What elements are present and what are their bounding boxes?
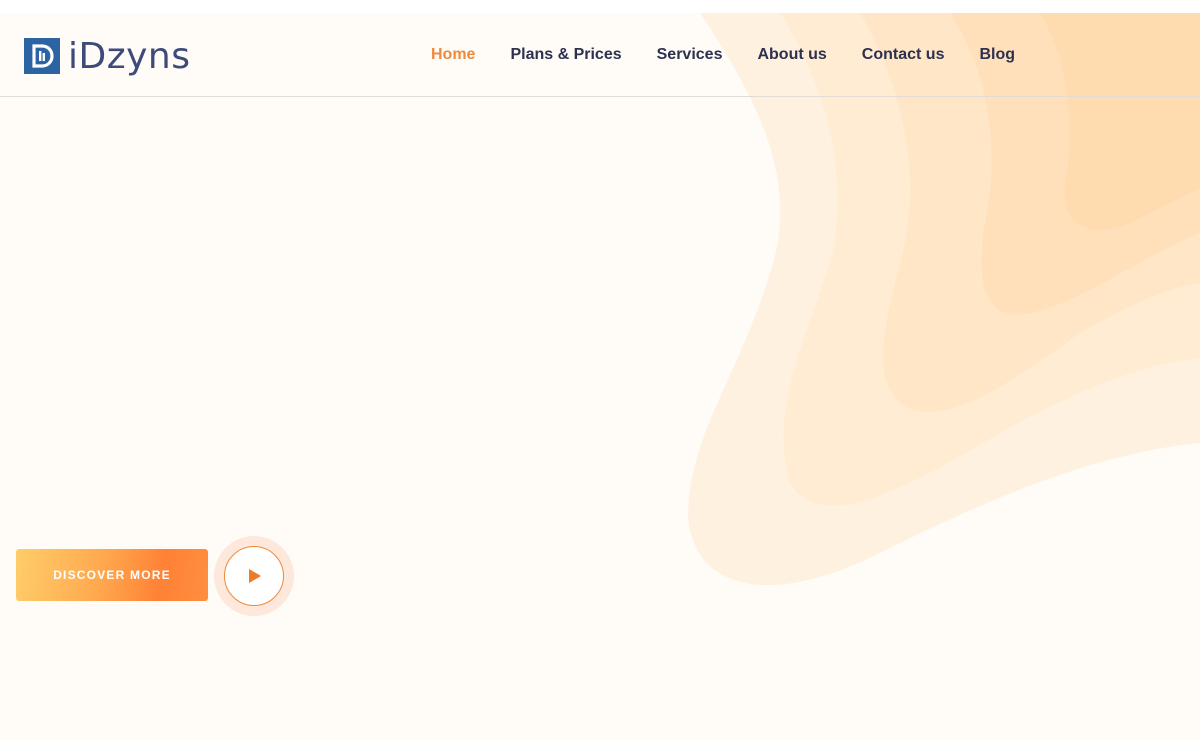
nav-item-services[interactable]: Services — [657, 46, 723, 64]
main-nav: Home Plans & Prices Services About us Co… — [431, 13, 1050, 97]
play-video-button[interactable] — [214, 536, 294, 616]
nav-item-contact-us[interactable]: Contact us — [862, 46, 945, 64]
nav-item-plans-prices[interactable]: Plans & Prices — [510, 46, 621, 64]
site-header: iDzyns Home Plans & Prices Services Abou… — [0, 13, 1200, 97]
play-icon — [249, 569, 261, 583]
play-button-ring — [224, 546, 284, 606]
nav-item-about-us[interactable]: About us — [757, 46, 826, 64]
logo-d-icon — [24, 38, 60, 74]
hero-background-waves — [688, 13, 1200, 586]
brand-logo[interactable]: iDzyns — [24, 31, 191, 81]
nav-item-blog[interactable]: Blog — [979, 46, 1015, 64]
discover-more-button[interactable]: DISCOVER MORE — [16, 549, 208, 601]
hero-section — [0, 13, 1200, 740]
nav-item-home[interactable]: Home — [431, 46, 475, 64]
brand-name: iDzyns — [68, 35, 191, 77]
